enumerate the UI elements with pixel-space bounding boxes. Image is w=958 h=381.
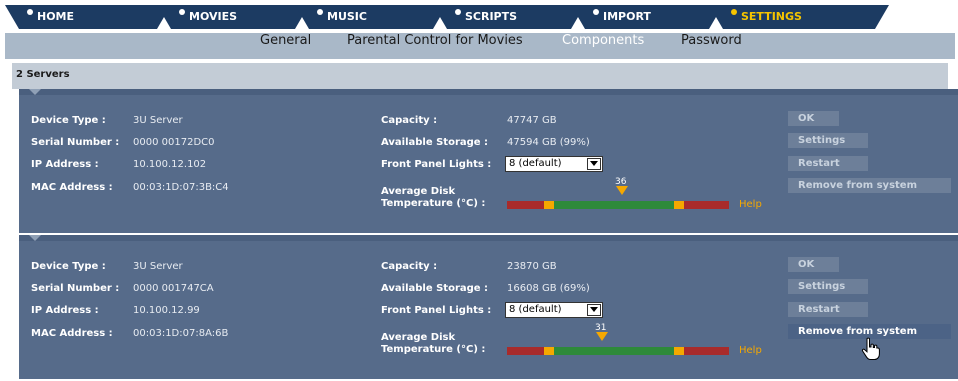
temp-seg-red: [684, 201, 729, 209]
subnav-components[interactable]: Components: [562, 33, 644, 59]
dot-icon: [731, 9, 737, 15]
subnav-parental-control[interactable]: Parental Control for Movies: [347, 33, 523, 59]
subnav-password[interactable]: Password: [681, 33, 742, 59]
top-nav: HOME MOVIES MUSIC SCRIPTS IMPORT SETTING…: [5, 5, 955, 29]
serial-number-value: 0000 00172DC0: [133, 137, 215, 148]
select-value: 8 (default): [509, 304, 562, 315]
mac-address-label: MAC Address :: [31, 328, 113, 339]
app-frame: HOME MOVIES MUSIC SCRIPTS IMPORT SETTING…: [5, 5, 958, 380]
front-panel-lights-label: Front Panel Lights :: [381, 305, 492, 316]
ok-button[interactable]: OK: [788, 257, 839, 272]
tab-label: SETTINGS: [741, 10, 802, 23]
server-panel: Device Type : 3U Server Serial Number : …: [19, 235, 958, 379]
tab-label: SCRIPTS: [465, 10, 518, 23]
mac-address-value: 00:03:1D:07:3B:C4: [133, 182, 229, 193]
temp-seg-amber: [544, 201, 554, 209]
help-link[interactable]: Help: [739, 199, 762, 210]
server-panel: Device Type : 3U Server Serial Number : …: [19, 89, 958, 233]
device-type-value: 3U Server: [133, 261, 183, 272]
tab-movies[interactable]: MOVIES: [157, 5, 309, 29]
temp-seg-amber: [674, 201, 684, 209]
triangle-down-icon: [596, 332, 609, 341]
section-header: 2 Servers: [12, 63, 948, 89]
dot-icon: [593, 9, 599, 15]
settings-subnav: General Parental Control for Movies Comp…: [5, 33, 955, 59]
mac-address-label: MAC Address :: [31, 182, 113, 193]
front-panel-lights-select[interactable]: 8 (default): [505, 156, 603, 172]
capacity-value: 47747 GB: [507, 115, 557, 126]
ip-address-value: 10.100.12.99: [133, 305, 200, 316]
section-title: 2 Servers: [16, 69, 70, 80]
available-storage-value: 47594 GB (99%): [507, 137, 590, 148]
device-type-value: 3U Server: [133, 115, 183, 126]
device-type-label: Device Type :: [31, 261, 106, 272]
temp-seg-red: [684, 347, 729, 355]
tab-music[interactable]: MUSIC: [295, 5, 447, 29]
tab-label: MUSIC: [327, 10, 367, 23]
restart-button[interactable]: Restart: [788, 156, 868, 171]
tab-label: IMPORT: [603, 10, 651, 23]
avg-disk-temp-label-2: Temperature (°C) :: [381, 198, 486, 209]
chevron-down-icon[interactable]: [587, 304, 601, 316]
triangle-down-icon: [616, 186, 629, 195]
tab-label: MOVIES: [189, 10, 238, 23]
panel-notch: [29, 89, 41, 95]
front-panel-lights-label: Front Panel Lights :: [381, 159, 492, 170]
mac-address-value: 00:03:1D:07:8A:6B: [133, 328, 229, 339]
avg-disk-temp-label-2: Temperature (°C) :: [381, 344, 486, 355]
temp-seg-amber: [544, 347, 554, 355]
tab-scripts[interactable]: SCRIPTS: [433, 5, 585, 29]
dot-icon: [317, 9, 323, 15]
capacity-label: Capacity :: [381, 115, 438, 126]
dot-icon: [455, 9, 461, 15]
capacity-label: Capacity :: [381, 261, 438, 272]
settings-button[interactable]: Settings: [788, 279, 868, 294]
panel-notch: [29, 235, 41, 241]
help-link[interactable]: Help: [739, 345, 762, 356]
temp-seg-red: [507, 347, 544, 355]
temp-seg-green: [554, 347, 674, 355]
temperature-bar: [507, 347, 729, 355]
dot-icon: [27, 9, 33, 15]
subnav-general[interactable]: General: [260, 33, 311, 59]
tab-import[interactable]: IMPORT: [571, 5, 723, 29]
select-value: 8 (default): [509, 158, 562, 169]
hand-pointer-icon: [861, 337, 880, 360]
ip-address-value: 10.100.12.102: [133, 159, 207, 170]
temp-seg-green: [554, 201, 674, 209]
ip-address-label: IP Address :: [31, 159, 99, 170]
settings-button[interactable]: Settings: [788, 133, 868, 148]
remove-from-system-button[interactable]: Remove from system: [788, 178, 951, 193]
avg-disk-temp-label: Average Disk: [381, 332, 456, 343]
ok-button[interactable]: OK: [788, 111, 839, 126]
serial-number-label: Serial Number :: [31, 283, 120, 294]
available-storage-label: Available Storage :: [381, 283, 489, 294]
capacity-value: 23870 GB: [507, 261, 557, 272]
avg-disk-temp-label: Average Disk: [381, 186, 456, 197]
dot-icon: [179, 9, 185, 15]
available-storage-value: 16608 GB (69%): [507, 283, 590, 294]
chevron-down-icon[interactable]: [587, 158, 601, 170]
temperature-bar: [507, 201, 729, 209]
restart-button[interactable]: Restart: [788, 302, 868, 317]
available-storage-label: Available Storage :: [381, 137, 489, 148]
tab-label: HOME: [37, 10, 75, 23]
temp-seg-amber: [674, 347, 684, 355]
ip-address-label: IP Address :: [31, 305, 99, 316]
front-panel-lights-select[interactable]: 8 (default): [505, 302, 603, 318]
serial-number-label: Serial Number :: [31, 137, 120, 148]
serial-number-value: 0000 001747CA: [133, 283, 214, 294]
temp-seg-red: [507, 201, 544, 209]
device-type-label: Device Type :: [31, 115, 106, 126]
tab-home[interactable]: HOME: [5, 5, 171, 29]
tab-settings[interactable]: SETTINGS: [709, 5, 889, 29]
